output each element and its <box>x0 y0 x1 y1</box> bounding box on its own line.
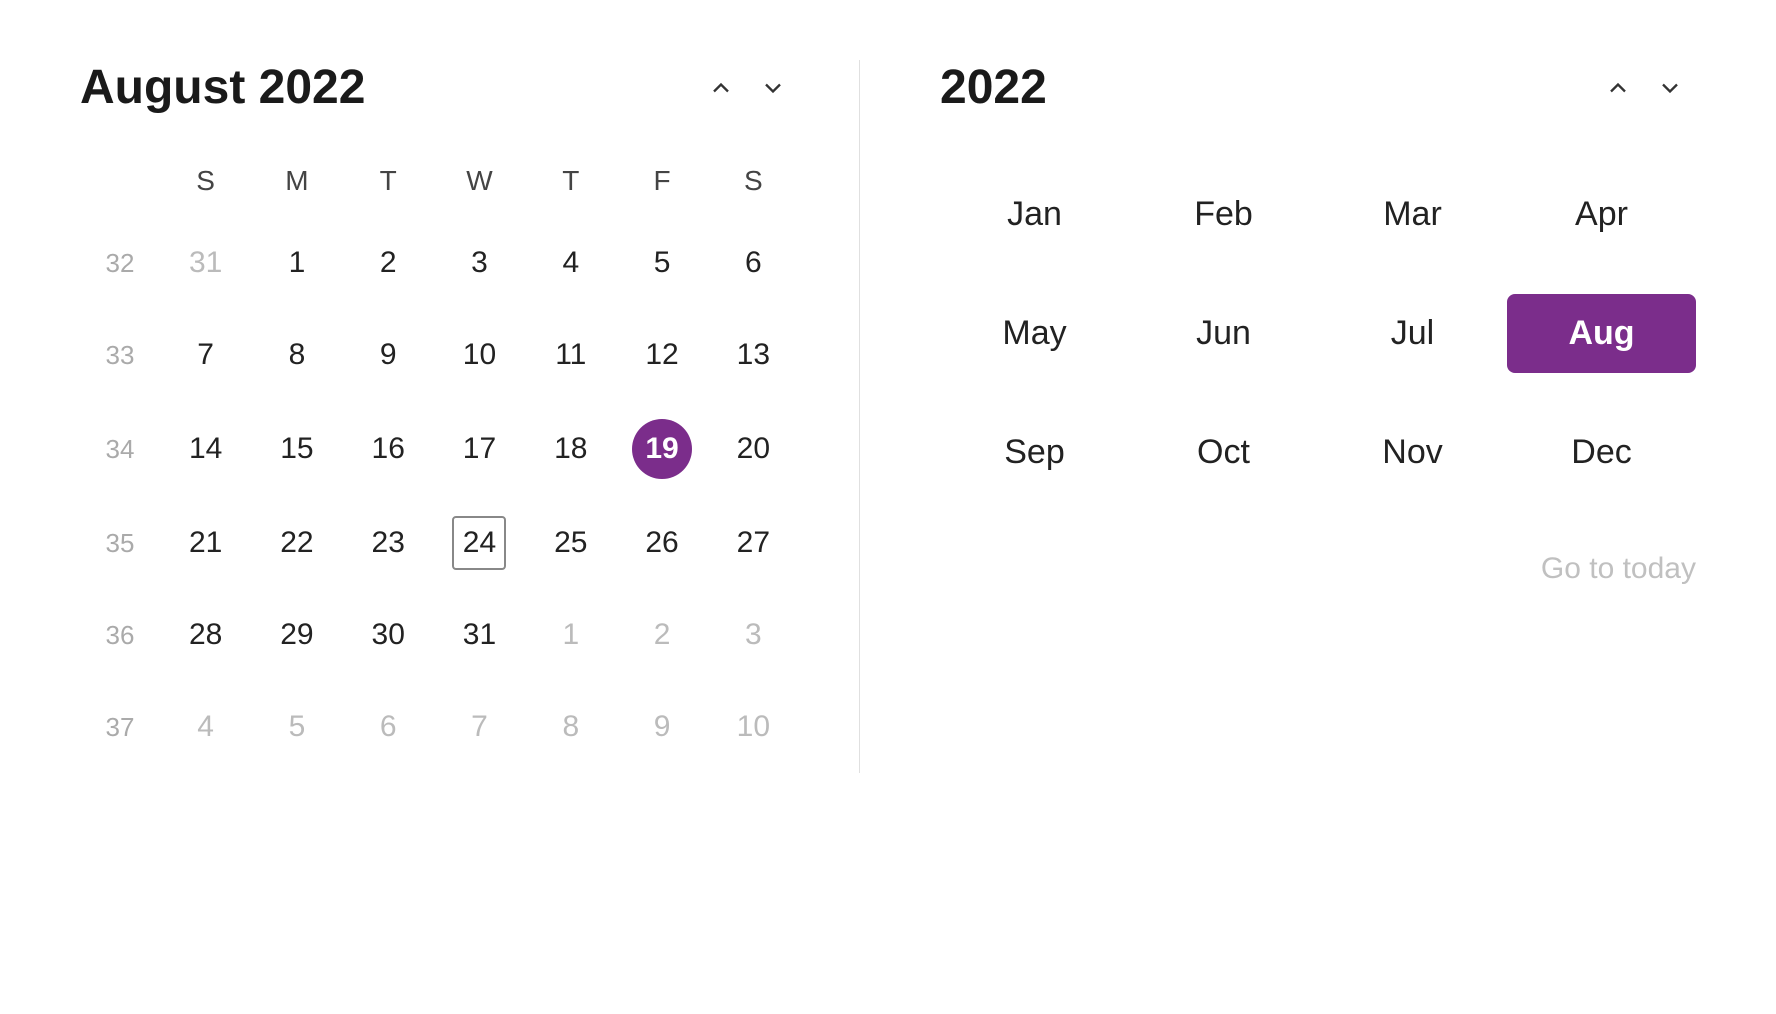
day-cell[interactable]: 11 <box>525 309 616 401</box>
day-header-wed: W <box>434 155 525 217</box>
month-dec[interactable]: Dec <box>1507 413 1696 492</box>
day-cell[interactable]: 9 <box>343 309 434 401</box>
day-cell[interactable]: 16 <box>343 401 434 497</box>
month-feb[interactable]: Feb <box>1129 175 1318 254</box>
day-cell[interactable]: 29 <box>251 589 342 681</box>
go-to-today-button[interactable]: Go to today <box>940 552 1696 586</box>
day-cell[interactable]: 18 <box>525 401 616 497</box>
day-cell[interactable]: 27 <box>708 497 799 589</box>
day-cell[interactable]: 10 <box>708 681 799 773</box>
month-may[interactable]: May <box>940 294 1129 373</box>
month-grid: S M T W T F S 32 31 1 2 3 4 5 6 33 7 8 9… <box>80 155 799 773</box>
day-cell[interactable]: 5 <box>616 217 707 309</box>
day-cell[interactable]: 31 <box>160 217 251 309</box>
day-cell[interactable]: 21 <box>160 497 251 589</box>
month-oct[interactable]: Oct <box>1129 413 1318 492</box>
month-prev-button[interactable] <box>695 66 747 110</box>
day-cell[interactable]: 5 <box>251 681 342 773</box>
day-cell[interactable]: 13 <box>708 309 799 401</box>
week-num-32: 32 <box>80 217 160 309</box>
year-calendar: 2022 Jan Feb Mar Apr May Jun Jul Aug Sep… <box>860 60 1696 586</box>
day-cell[interactable]: 26 <box>616 497 707 589</box>
day-cell[interactable]: 17 <box>434 401 525 497</box>
day-cell-today[interactable]: 24 <box>434 497 525 589</box>
day-cell[interactable]: 12 <box>616 309 707 401</box>
month-jun[interactable]: Jun <box>1129 294 1318 373</box>
day-cell[interactable]: 3 <box>708 589 799 681</box>
day-cell[interactable]: 9 <box>616 681 707 773</box>
day-cell[interactable]: 30 <box>343 589 434 681</box>
week-num-35: 35 <box>80 497 160 589</box>
week-num-36: 36 <box>80 589 160 681</box>
day-cell-selected[interactable]: 19 <box>616 401 707 497</box>
month-header: August 2022 <box>80 60 799 115</box>
day-cell[interactable]: 7 <box>160 309 251 401</box>
day-cell[interactable]: 23 <box>343 497 434 589</box>
week-col-header <box>80 155 160 217</box>
day-cell[interactable]: 22 <box>251 497 342 589</box>
month-sep[interactable]: Sep <box>940 413 1129 492</box>
month-title: August 2022 <box>80 60 695 115</box>
week-num-34: 34 <box>80 401 160 497</box>
week-num-37: 37 <box>80 681 160 773</box>
day-cell[interactable]: 4 <box>160 681 251 773</box>
month-next-button[interactable] <box>747 66 799 110</box>
day-cell[interactable]: 2 <box>343 217 434 309</box>
day-cell[interactable]: 6 <box>343 681 434 773</box>
day-cell[interactable]: 7 <box>434 681 525 773</box>
week-num-33: 33 <box>80 309 160 401</box>
day-cell[interactable]: 10 <box>434 309 525 401</box>
day-cell[interactable]: 14 <box>160 401 251 497</box>
day-cell[interactable]: 8 <box>525 681 616 773</box>
day-header-sun: S <box>160 155 251 217</box>
day-cell[interactable]: 20 <box>708 401 799 497</box>
day-cell[interactable]: 8 <box>251 309 342 401</box>
month-aug[interactable]: Aug <box>1507 294 1696 373</box>
day-cell[interactable]: 4 <box>525 217 616 309</box>
month-calendar: August 2022 S M T W T F S 32 31 1 2 3 <box>80 60 860 773</box>
day-header-mon: M <box>251 155 342 217</box>
day-header-sat: S <box>708 155 799 217</box>
day-cell[interactable]: 3 <box>434 217 525 309</box>
month-mar[interactable]: Mar <box>1318 175 1507 254</box>
day-cell[interactable]: 1 <box>251 217 342 309</box>
month-apr[interactable]: Apr <box>1507 175 1696 254</box>
month-nov[interactable]: Nov <box>1318 413 1507 492</box>
year-next-button[interactable] <box>1644 66 1696 110</box>
year-title: 2022 <box>940 60 1592 115</box>
day-header-fri: F <box>616 155 707 217</box>
day-cell[interactable]: 2 <box>616 589 707 681</box>
day-cell[interactable]: 1 <box>525 589 616 681</box>
day-cell[interactable]: 28 <box>160 589 251 681</box>
day-cell[interactable]: 25 <box>525 497 616 589</box>
year-header: 2022 <box>940 60 1696 115</box>
day-cell[interactable]: 31 <box>434 589 525 681</box>
year-prev-button[interactable] <box>1592 66 1644 110</box>
month-picker-grid: Jan Feb Mar Apr May Jun Jul Aug Sep Oct … <box>940 175 1696 492</box>
day-header-tue: T <box>343 155 434 217</box>
month-jul[interactable]: Jul <box>1318 294 1507 373</box>
day-cell[interactable]: 15 <box>251 401 342 497</box>
day-cell[interactable]: 6 <box>708 217 799 309</box>
month-jan[interactable]: Jan <box>940 175 1129 254</box>
day-header-thu: T <box>525 155 616 217</box>
